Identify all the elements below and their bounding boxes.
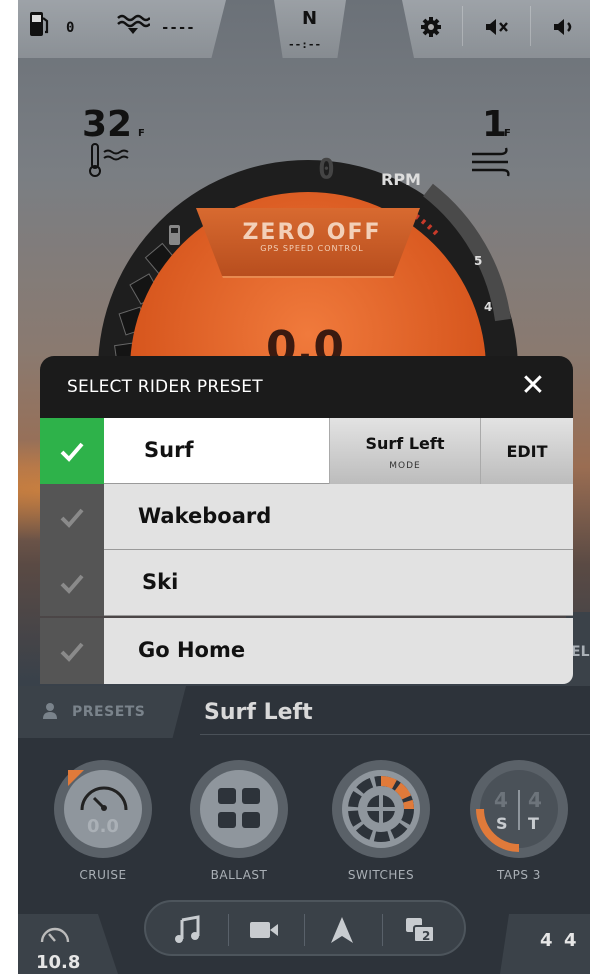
volume-icon[interactable] [552,16,578,38]
taps-label: TAPS 3 [497,868,541,882]
preset-row-go-home[interactable]: Go Home [40,618,573,684]
taps-button[interactable]: 4 4 S T [470,760,568,858]
speedometer-icon [40,927,70,943]
navigation-icon[interactable] [326,914,358,946]
preset-row-body[interactable]: Go Home [104,618,573,684]
switches-label: SWITCHES [347,868,415,882]
screens-icon[interactable] [404,914,436,946]
topbar-divider [462,6,463,46]
taps-right-letter: T [528,814,539,833]
wind-unit: F [504,128,511,139]
rider-preset-modal-header: SELECT RIDER PRESET ✕ [40,356,573,418]
preset-row-body[interactable]: Ski [104,550,573,616]
top-status-bar: 0 ---- N --:-- [18,0,590,58]
preset-mode-sub: MODE [389,461,421,471]
cruise-indicator-icon [68,770,84,786]
heading-letter: N [302,8,318,29]
zero-off-logo: ZERO OFF [242,220,382,245]
taps-left-num: 4 [494,788,508,812]
preset-row-ski[interactable]: Ski [40,550,573,616]
check-icon[interactable] [40,618,104,684]
preset-label: Wakeboard [138,504,272,528]
media-bar: 2 [144,900,466,956]
media-divider [228,914,229,946]
gear-icon[interactable] [420,16,442,38]
preset-row-wakeboard[interactable]: Wakeboard [40,484,573,550]
preset-divider [200,734,590,735]
preset-row-body[interactable]: Wakeboard [104,484,573,550]
camera-icon[interactable] [248,914,280,946]
check-icon[interactable] [40,484,104,550]
presets-label: PRESETS [72,704,146,720]
check-icon[interactable] [40,550,104,616]
fuel-icon [30,12,49,36]
preset-row-body[interactable]: Surf [104,418,329,484]
check-icon[interactable] [40,418,104,484]
depth-value: ---- [161,20,195,36]
topbar-divider [530,6,531,46]
cruise-label: CRUISE [79,868,127,882]
switches-button[interactable] [332,760,430,858]
preset-mode-button[interactable]: Surf Left MODE [329,418,481,484]
ballast-button[interactable] [190,760,288,858]
depth-icon [117,14,150,34]
media-divider [304,914,305,946]
rpm-tick: 4 [484,300,493,314]
switches-icon [348,776,414,842]
person-icon [43,703,57,719]
close-icon[interactable]: ✕ [517,370,549,402]
speed-readout: 10.8 [36,952,81,973]
music-icon[interactable] [172,914,204,946]
water-temp: 32 [82,104,133,145]
preset-label: Go Home [138,638,246,662]
preset-mode-name: Surf Left [365,434,445,453]
rpm-tick: 5 [474,254,483,268]
current-preset-name: Surf Left [204,700,313,725]
preset-row-surf[interactable]: Surf Surf Left MODE EDIT [40,418,573,484]
taps-icon [476,790,520,852]
zero-off-subtitle: GPS SPEED CONTROL [260,244,364,253]
taps-left-letter: S [496,814,508,833]
rpm-value: 0 [318,152,335,185]
water-temp-unit: F [138,128,145,139]
preset-label: Surf [144,438,194,462]
mute-icon[interactable] [484,16,510,38]
taps-mini-right: 4 [564,930,577,951]
cruise-button[interactable]: 0.0 [54,760,152,858]
ballast-label: BALLAST [210,868,268,882]
screens-number: 2 [422,929,431,943]
heading-sub: --:-- [288,38,322,51]
bottom-panel: PRESETS Surf Left 0.0 CRUISE BALLAST SWI… [18,686,590,974]
rpm-label: RPM [381,170,421,189]
taps-right-num: 4 [528,788,542,812]
edit-preset-button[interactable]: EDIT [481,418,573,484]
preset-label: Ski [142,570,179,594]
fuel-value: 0 [66,20,75,36]
taps-mini-left: 4 [540,930,553,951]
cruise-value: 0.0 [87,816,119,837]
ballast-icon [218,788,260,828]
side-tab-label: EL [571,644,590,660]
media-divider [382,914,383,946]
modal-title: SELECT RIDER PRESET [67,377,263,397]
